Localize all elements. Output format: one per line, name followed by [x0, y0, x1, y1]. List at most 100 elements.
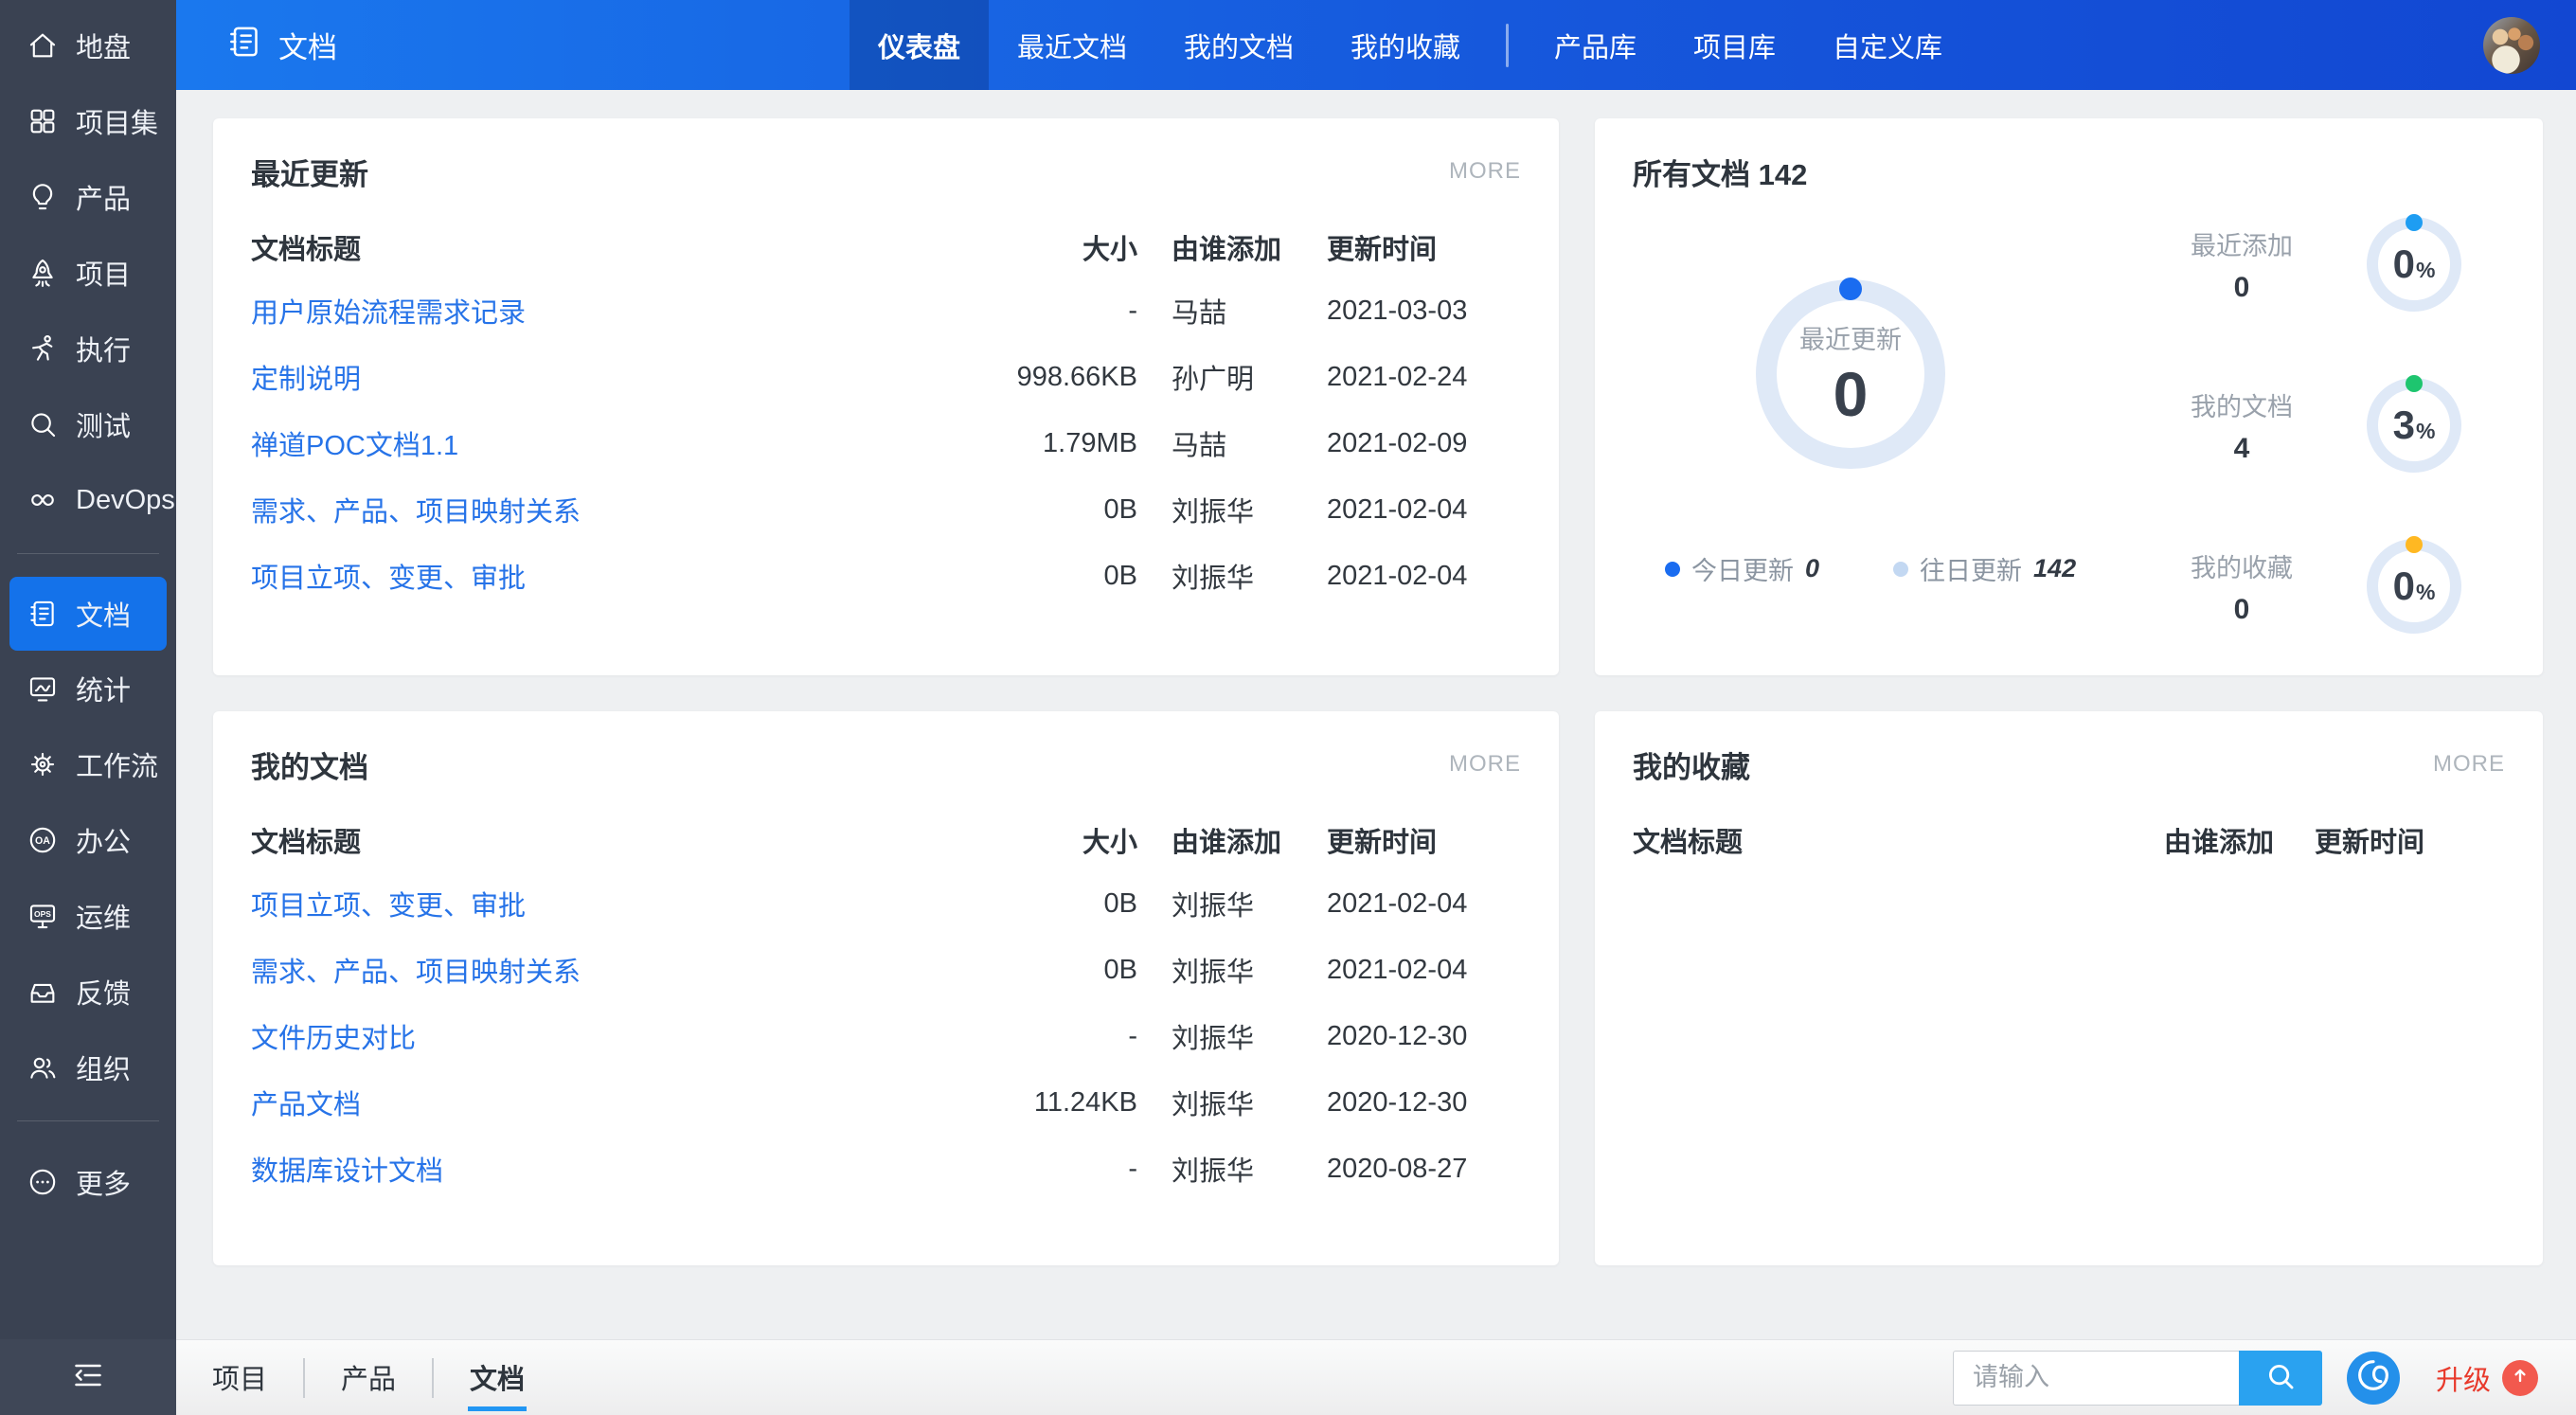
- doc-link[interactable]: 需求、产品、项目映射关系: [251, 950, 1011, 990]
- sidebar-item-label: 执行: [76, 336, 132, 367]
- grid-icon: [25, 103, 61, 139]
- search-icon: [2264, 1360, 2297, 1395]
- tab-recent-docs[interactable]: 最近文档: [989, 0, 1155, 90]
- swirl-logo-icon: [2353, 1355, 2393, 1400]
- stats-right: 最近添加 0 0 % 我的文档 4 3 % 我的收藏 0 0 %: [2144, 214, 2505, 643]
- bottom-tab-product[interactable]: 产品: [339, 1344, 398, 1411]
- doc-link[interactable]: 产品文档: [251, 1083, 1011, 1122]
- sidebar-item-devops[interactable]: DevOps: [0, 462, 176, 538]
- doc-added-by: 刘振华: [1172, 1090, 1255, 1120]
- doc-link[interactable]: 项目立项、变更、审批: [251, 556, 1011, 596]
- rocket-icon: [25, 255, 61, 291]
- col-size: 大小: [1082, 235, 1137, 265]
- tab-custom-lib[interactable]: 自定义库: [1804, 0, 1971, 90]
- doc-updated: 2020-12-30: [1327, 1020, 1468, 1051]
- table-header: 文档标题 大小 由谁添加 更新时间: [251, 810, 1521, 870]
- tab-label: 产品: [341, 1365, 397, 1395]
- sidebar-item-project[interactable]: 项目: [0, 235, 176, 311]
- sidebar-item-ops[interactable]: 运维: [0, 878, 176, 954]
- doc-added-by: 刘振华: [1172, 891, 1255, 922]
- donut-marker-dot: [2406, 536, 2423, 553]
- recent-update-donut: 最近更新 0: [1756, 278, 1945, 469]
- table-row: 文件历史对比 - 刘振华 2020-12-30: [251, 1003, 1521, 1069]
- doc-added-by: 刘振华: [1172, 1156, 1255, 1187]
- module-title-label: 文档: [278, 31, 337, 64]
- tab-product-lib[interactable]: 产品库: [1526, 0, 1665, 90]
- sidebar-item-label: 地盘: [76, 33, 132, 63]
- doc-link[interactable]: 定制说明: [251, 357, 1011, 397]
- sidebar-item-label: 更多: [76, 1170, 132, 1200]
- sidebar-item-territory[interactable]: 地盘: [0, 8, 176, 83]
- collapse-sidebar-icon[interactable]: [69, 1356, 107, 1399]
- sidebar-item-qa[interactable]: 测试: [0, 386, 176, 462]
- sidebar-item-label: 项目: [76, 260, 132, 291]
- module-title: 文档: [176, 0, 337, 90]
- upgrade-label: 升级: [2435, 1365, 2491, 1396]
- sidebar-item-stats[interactable]: 统计: [0, 651, 176, 726]
- bottom-tab-project[interactable]: 项目: [210, 1344, 269, 1411]
- doc-added-by: 刘振华: [1172, 564, 1255, 594]
- stat-label: 我的收藏: [2191, 553, 2293, 582]
- search-input[interactable]: [1952, 1350, 2239, 1406]
- sidebar-item-program[interactable]: 项目集: [0, 83, 176, 159]
- tab-label: 项目库: [1693, 32, 1777, 63]
- sidebar-item-org[interactable]: 组织: [0, 1030, 176, 1105]
- stats-body: 最近更新 0 今日更新 0 往日更新 142 最近添加 0 0 % 我的文档 4…: [1633, 214, 2505, 643]
- sidebar-item-execution[interactable]: 执行: [0, 311, 176, 386]
- sidebar-item-feedback[interactable]: 反馈: [0, 954, 176, 1030]
- doc-updated: 2020-08-27: [1327, 1153, 1468, 1184]
- table-row: 需求、产品、项目映射关系 0B 刘振华 2021-02-04: [251, 476, 1521, 543]
- avatar[interactable]: [2482, 16, 2540, 74]
- upgrade-link[interactable]: 升级: [2436, 1358, 2538, 1398]
- notebook-icon: [25, 596, 61, 632]
- more-link[interactable]: MORE: [1449, 158, 1521, 185]
- tab-label: 我的收藏: [1350, 32, 1460, 63]
- chart-icon: [25, 671, 61, 707]
- donut-marker-dot: [2406, 375, 2423, 392]
- search-button[interactable]: [2238, 1350, 2322, 1406]
- mini-donut: 0 %: [2367, 536, 2461, 634]
- donut-value: 0: [1833, 358, 1869, 429]
- sidebar-item-label: 文档: [76, 601, 132, 632]
- table-header: 文档标题 大小 由谁添加 更新时间: [251, 217, 1521, 278]
- more-link[interactable]: MORE: [1449, 751, 1521, 778]
- sidebar-group-secondary: 文档 统计 工作流 办公 运维 反馈 组织: [0, 569, 176, 1105]
- donut-marker-dot: [1839, 278, 1862, 300]
- table-row: 项目立项、变更、审批 0B 刘振华 2021-02-04: [251, 870, 1521, 937]
- doc-link[interactable]: 禅道POC文档1.1: [251, 423, 1011, 463]
- doc-link[interactable]: 用户原始流程需求记录: [251, 291, 1011, 331]
- doc-link[interactable]: 数据库设计文档: [251, 1149, 1011, 1189]
- doc-link[interactable]: 项目立项、变更、审批: [251, 884, 1011, 923]
- bottom-tab-doc[interactable]: 文档: [468, 1344, 528, 1411]
- sidebar-item-oa[interactable]: 办公: [0, 802, 176, 878]
- tab-project-lib[interactable]: 项目库: [1665, 0, 1804, 90]
- sidebar-item-doc[interactable]: 文档: [9, 577, 167, 651]
- header-nav: 仪表盘 最近文档 我的文档 我的收藏 产品库 项目库 自定义库: [849, 0, 1971, 90]
- notebook-icon: [225, 23, 263, 68]
- stat-percent: 3: [2392, 403, 2415, 447]
- search-box: [1952, 1350, 2322, 1406]
- doc-updated: 2021-02-04: [1327, 954, 1468, 985]
- doc-updated: 2021-02-09: [1327, 427, 1468, 458]
- inbox-icon: [25, 974, 61, 1010]
- app-header: 文档 仪表盘 最近文档 我的文档 我的收藏 产品库 项目库 自定义库: [176, 0, 2576, 90]
- tab-dashboard[interactable]: 仪表盘: [849, 0, 989, 90]
- donut-label: 最近更新: [1799, 325, 1902, 354]
- tab-my-docs[interactable]: 我的文档: [1155, 0, 1322, 90]
- zentao-logo-button[interactable]: [2346, 1351, 2400, 1405]
- nav-divider: [1506, 23, 1509, 67]
- mini-donut: 0 %: [2367, 214, 2461, 312]
- sidebar-footer: [0, 1339, 176, 1415]
- doc-added-by: 孙广明: [1172, 365, 1255, 395]
- doc-updated: 2021-02-24: [1327, 361, 1468, 392]
- stat-my-favorites: 我的收藏 0 0 %: [2166, 536, 2461, 634]
- more-link[interactable]: MORE: [2433, 751, 2505, 778]
- doc-added-by: 刘振华: [1172, 497, 1255, 528]
- doc-link[interactable]: 需求、产品、项目映射关系: [251, 490, 1011, 529]
- sidebar-item-workflow[interactable]: 工作流: [0, 726, 176, 802]
- tab-my-favorites[interactable]: 我的收藏: [1322, 0, 1489, 90]
- sidebar-item-product[interactable]: 产品: [0, 159, 176, 235]
- sidebar-item-more[interactable]: 更多: [0, 1144, 176, 1220]
- doc-size: 0B: [1103, 954, 1137, 985]
- doc-link[interactable]: 文件历史对比: [251, 1016, 1011, 1056]
